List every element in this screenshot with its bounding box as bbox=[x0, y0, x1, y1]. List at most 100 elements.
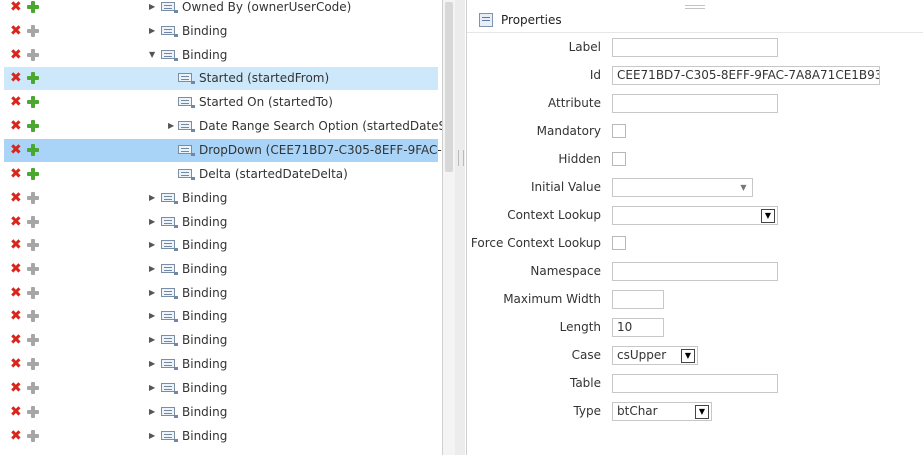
chevron-down-icon[interactable]: ▼ bbox=[737, 181, 750, 194]
delete-icon[interactable]: ✖ bbox=[10, 48, 22, 62]
binding-icon bbox=[178, 97, 195, 108]
expand-arrow-icon[interactable]: ▶ bbox=[149, 264, 157, 274]
tree-row[interactable]: ✖ ▶ Binding bbox=[4, 353, 438, 376]
tree-row[interactable]: ✖ ▶ Binding bbox=[4, 401, 438, 424]
case-select[interactable]: csUpper ▼ bbox=[612, 346, 698, 365]
expand-arrow-icon[interactable]: ▶ bbox=[149, 335, 157, 345]
expand-arrow-icon[interactable]: ▶ bbox=[149, 26, 157, 36]
expand-arrow-icon[interactable]: ▶ bbox=[149, 359, 157, 369]
add-icon[interactable] bbox=[27, 334, 39, 346]
mandatory-checkbox[interactable] bbox=[612, 124, 626, 138]
add-icon[interactable] bbox=[27, 406, 39, 418]
expand-arrow-icon[interactable]: ▶ bbox=[149, 2, 157, 12]
binding-icon bbox=[178, 145, 195, 156]
properties-icon bbox=[479, 13, 493, 27]
namespace-input[interactable] bbox=[612, 262, 778, 281]
add-icon[interactable] bbox=[27, 382, 39, 394]
chevron-down-icon[interactable]: ▼ bbox=[695, 405, 709, 419]
expand-arrow-icon[interactable]: ▶ bbox=[149, 383, 157, 393]
add-icon[interactable] bbox=[27, 49, 39, 61]
delete-icon[interactable]: ✖ bbox=[10, 215, 22, 229]
type-select[interactable]: btChar ▼ bbox=[612, 402, 712, 421]
expand-arrow-icon[interactable]: ▶ bbox=[149, 288, 157, 298]
delete-icon[interactable]: ✖ bbox=[10, 0, 22, 14]
tree-scrollbar-thumb[interactable] bbox=[445, 2, 453, 172]
tree-row[interactable]: ✖ ▶ Binding bbox=[4, 282, 438, 305]
tree-row-selected[interactable]: ✖ Started (startedFrom) bbox=[4, 67, 438, 90]
delete-icon[interactable]: ✖ bbox=[10, 238, 22, 252]
expand-arrow-icon[interactable]: ▶ bbox=[149, 193, 157, 203]
tree-row[interactable]: ✖ ▶ Binding bbox=[4, 258, 438, 281]
add-icon[interactable] bbox=[27, 144, 39, 156]
type-field-label: Type bbox=[573, 404, 601, 418]
tree-row[interactable]: ✖ Delta (startedDateDelta) bbox=[4, 163, 438, 186]
expand-arrow-icon[interactable]: ▶ bbox=[149, 240, 157, 250]
add-icon[interactable] bbox=[27, 430, 39, 442]
tree-row-label: Binding bbox=[182, 309, 228, 323]
add-icon[interactable] bbox=[27, 168, 39, 180]
add-icon[interactable] bbox=[27, 120, 39, 132]
maximum-width-input[interactable] bbox=[612, 290, 664, 309]
tree-row[interactable]: ✖ ▶ Binding bbox=[4, 305, 438, 328]
delete-icon[interactable]: ✖ bbox=[10, 286, 22, 300]
add-icon[interactable] bbox=[27, 358, 39, 370]
delete-icon[interactable]: ✖ bbox=[10, 24, 22, 38]
hidden-checkbox[interactable] bbox=[612, 152, 626, 166]
expand-arrow-icon[interactable]: ▶ bbox=[168, 121, 176, 131]
delete-icon[interactable]: ✖ bbox=[10, 143, 22, 157]
add-icon[interactable] bbox=[27, 1, 39, 13]
expand-arrow-icon[interactable]: ▶ bbox=[149, 431, 157, 441]
chevron-down-icon[interactable]: ▼ bbox=[761, 209, 775, 223]
tree-row[interactable]: ✖ ▶ Binding bbox=[4, 20, 438, 43]
id-input[interactable]: CEE71BD7-C305-8EFF-9FAC-7A8A71CE1B93 bbox=[612, 66, 880, 85]
delete-icon[interactable]: ✖ bbox=[10, 191, 22, 205]
label-input[interactable] bbox=[612, 38, 778, 57]
delete-icon[interactable]: ✖ bbox=[10, 357, 22, 371]
delete-icon[interactable]: ✖ bbox=[10, 262, 22, 276]
delete-icon[interactable]: ✖ bbox=[10, 405, 22, 419]
delete-icon[interactable]: ✖ bbox=[10, 381, 22, 395]
add-icon[interactable] bbox=[27, 216, 39, 228]
namespace-field-label: Namespace bbox=[530, 264, 601, 278]
tree-row[interactable]: ✖ ▶ Binding bbox=[4, 425, 438, 448]
delete-icon[interactable]: ✖ bbox=[10, 309, 22, 323]
tree-row[interactable]: ✖ ▶ Binding bbox=[4, 377, 438, 400]
add-icon[interactable] bbox=[27, 192, 39, 204]
initial-value-select[interactable]: ▼ bbox=[612, 178, 753, 197]
tree-row[interactable]: ✖ ▶ Binding bbox=[4, 329, 438, 352]
add-icon[interactable] bbox=[27, 72, 39, 84]
force-context-lookup-checkbox[interactable] bbox=[612, 236, 626, 250]
delete-icon[interactable]: ✖ bbox=[10, 167, 22, 181]
binding-icon bbox=[178, 121, 195, 132]
collapse-arrow-icon[interactable]: ▼ bbox=[149, 50, 157, 60]
expand-arrow-icon[interactable]: ▶ bbox=[149, 311, 157, 321]
chevron-down-icon[interactable]: ▼ bbox=[681, 349, 695, 363]
delete-icon[interactable]: ✖ bbox=[10, 71, 22, 85]
expand-arrow-icon[interactable]: ▶ bbox=[149, 217, 157, 227]
tree-row[interactable]: ✖ ▶ Binding bbox=[4, 211, 438, 234]
context-lookup-select[interactable]: ▼ bbox=[612, 206, 778, 225]
add-icon[interactable] bbox=[27, 263, 39, 275]
delete-icon[interactable]: ✖ bbox=[10, 119, 22, 133]
length-input[interactable]: 10 bbox=[612, 318, 664, 337]
tree-row[interactable]: ✖ ▶ Owned By (ownerUserCode) bbox=[4, 0, 438, 19]
tree-row-label: Binding bbox=[182, 24, 228, 38]
binding-icon bbox=[161, 50, 178, 61]
delete-icon[interactable]: ✖ bbox=[10, 429, 22, 443]
tree-row[interactable]: ✖ ▼ Binding bbox=[4, 44, 438, 67]
tree-row[interactable]: ✖ ▶ Binding bbox=[4, 187, 438, 210]
add-icon[interactable] bbox=[27, 287, 39, 299]
tree-row[interactable]: ✖ ▶ Binding bbox=[4, 234, 438, 257]
add-icon[interactable] bbox=[27, 239, 39, 251]
delete-icon[interactable]: ✖ bbox=[10, 333, 22, 347]
add-icon[interactable] bbox=[27, 96, 39, 108]
delete-icon[interactable]: ✖ bbox=[10, 95, 22, 109]
add-icon[interactable] bbox=[27, 25, 39, 37]
attribute-input[interactable] bbox=[612, 94, 778, 113]
add-icon[interactable] bbox=[27, 310, 39, 322]
table-input[interactable] bbox=[612, 374, 778, 393]
tree-row-selected[interactable]: ✖ DropDown (CEE71BD7-C305-8EFF-9FAC-7 bbox=[4, 139, 442, 162]
expand-arrow-icon[interactable]: ▶ bbox=[149, 407, 157, 417]
tree-row[interactable]: ✖ Started On (startedTo) bbox=[4, 91, 438, 114]
tree-row[interactable]: ✖ ▶ Date Range Search Option (startedDat… bbox=[4, 115, 442, 138]
